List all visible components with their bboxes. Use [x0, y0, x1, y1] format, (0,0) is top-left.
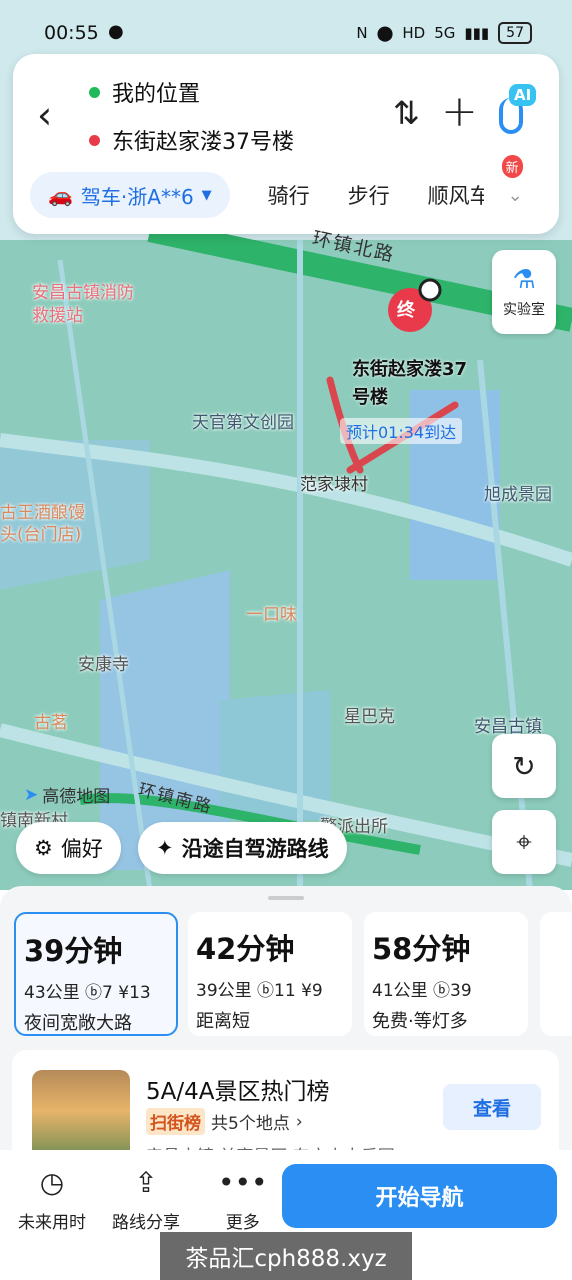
view-button[interactable]: 查看: [443, 1084, 541, 1130]
signal-icon: ▮▮▮: [464, 24, 490, 42]
poi-guming[interactable]: 古茗: [34, 708, 68, 733]
network-icon: 5G: [434, 24, 456, 42]
poi-starbucks[interactable]: 星巴克: [344, 702, 395, 727]
amap-brand: 高德地图: [42, 787, 111, 807]
more-label: 更多: [225, 1213, 260, 1233]
amap-logo: ➤ 高德地图: [24, 782, 111, 808]
route-note: 距离短: [196, 1011, 250, 1032]
nfc-icon: N: [356, 24, 368, 42]
map-view[interactable]: 00:55 ● N ⬤ HD 5G ▮▮▮ 57 ‹ 我的位置 东街赵家溇37号…: [0, 0, 572, 890]
future-time-label: 未来用时: [18, 1213, 86, 1233]
sparkle-icon: ✦: [156, 836, 174, 860]
route-time: 58分钟: [372, 932, 471, 966]
status-time: 00:55: [44, 22, 99, 44]
rank-tag-row: 扫街榜 共5个地点 ›: [146, 1108, 303, 1135]
lab-button[interactable]: ⚗ 实验室: [492, 250, 556, 334]
route-share-label: 路线分享: [112, 1213, 180, 1233]
locate-icon: ⌖: [516, 825, 532, 858]
route-option-1[interactable]: 39分钟 43公里 ⓑ7 ¥13 夜间宽敞大路: [14, 912, 178, 1036]
location-icon: ⬤: [376, 24, 394, 42]
ai-voice-button[interactable]: AI: [495, 84, 541, 136]
destination-row[interactable]: 东街赵家溇37号楼: [89, 124, 294, 156]
chevron-down-icon: ▼: [201, 187, 212, 203]
back-icon[interactable]: ‹: [37, 96, 52, 134]
poi-xucheng[interactable]: 旭成景园: [484, 480, 552, 505]
rank-tag: 扫街榜: [146, 1108, 205, 1135]
start-navigation-button[interactable]: 开始导航: [282, 1164, 557, 1228]
route-search-card: ‹ 我的位置 东街赵家溇37号楼 ⇅ + AI 🚗 驾车·浙A**6 ▼ 骑行 …: [13, 54, 559, 234]
route-option-3[interactable]: 58分钟 41公里 ⓑ39 免费·等灯多: [364, 912, 528, 1036]
chevron-right-icon: ›: [295, 1111, 303, 1132]
battery-icon: 57: [498, 22, 532, 44]
end-marker[interactable]: 终: [397, 296, 415, 322]
refresh-icon: ↻: [512, 749, 536, 783]
route-time: 42分钟: [196, 932, 295, 966]
mode-carpool[interactable]: 顺风车: [428, 180, 484, 210]
route-stats: 39公里 ⓑ11 ¥9: [196, 981, 323, 1001]
mode-walk[interactable]: 步行: [348, 180, 390, 210]
more-button[interactable]: ••• 更多: [218, 1164, 268, 1234]
poi-mantou[interactable]: 古王酒酿馒头(台门店): [0, 502, 96, 546]
destination-map-label: 东街赵家溇37号楼: [352, 359, 468, 408]
eta-label: 预计01:34到达: [340, 418, 463, 444]
mode-drive[interactable]: 🚗 驾车·浙A**6 ▼: [30, 172, 230, 218]
lab-label: 实验室: [503, 302, 545, 318]
poi-ankang-temple[interactable]: 安康寺: [78, 650, 129, 675]
clock-icon: ◷: [39, 1165, 65, 1199]
status-icons: N ⬤ HD 5G ▮▮▮ 57: [356, 22, 532, 44]
preference-label: 偏好: [60, 837, 103, 861]
rank-count: 共5个地点: [211, 1114, 290, 1134]
origin-row[interactable]: 我的位置: [89, 76, 200, 108]
mode-drive-label: 驾车·浙A**6: [80, 184, 194, 209]
destination-label: 东街赵家溇37号楼: [112, 130, 294, 155]
hd-icon: HD: [402, 24, 426, 42]
route-stats: 43公里 ⓑ7 ¥13: [24, 983, 151, 1003]
preference-chip[interactable]: ⚙ 偏好: [16, 822, 121, 874]
ai-badge: AI: [509, 84, 537, 106]
route-option-more[interactable]: [540, 912, 572, 1036]
refresh-button[interactable]: ↻: [492, 734, 556, 798]
poi-fanjiadai[interactable]: 范家埭村: [300, 470, 368, 495]
route-stats: 41公里 ⓑ39: [372, 981, 472, 1001]
flask-icon: ⚗: [512, 265, 536, 295]
add-waypoint-icon[interactable]: +: [441, 86, 478, 137]
drag-handle[interactable]: [268, 896, 304, 900]
route-time: 39分钟: [24, 934, 123, 968]
origin-label: 我的位置: [112, 82, 201, 107]
locate-button[interactable]: ⌖: [492, 810, 556, 874]
poi-tianguandi[interactable]: 天官第文创园: [192, 408, 294, 433]
new-badge: 新: [501, 154, 523, 178]
car-icon: 🚗: [48, 183, 73, 207]
swap-icon[interactable]: ⇅: [393, 94, 420, 132]
origin-dot-icon: [89, 86, 100, 98]
future-time-button[interactable]: ◷ 未来用时: [18, 1164, 86, 1234]
status-bar: 00:55 ● N ⬤ HD 5G ▮▮▮ 57: [0, 0, 572, 62]
transport-modes: 🚗 驾车·浙A**6 ▼ 骑行 步行 顺风车 新 ⌄: [30, 154, 559, 218]
route-note: 免费·等灯多: [372, 1011, 468, 1032]
scenic-thumbnail: [32, 1070, 130, 1160]
poi-fire-station[interactable]: 安昌古镇消防救援站: [32, 282, 142, 328]
amap-arrow-icon: ➤: [24, 784, 39, 805]
chevron-down-icon: ⌄: [507, 184, 523, 206]
rank-title: 5A/4A景区热门榜: [146, 1079, 330, 1105]
route-share-button[interactable]: ⇪ 路线分享: [112, 1164, 180, 1234]
route-note: 夜间宽敞大路: [24, 1013, 132, 1034]
sliders-icon: ⚙: [34, 836, 53, 860]
mode-more-button[interactable]: 新 ⌄: [501, 154, 523, 206]
more-icon: •••: [218, 1165, 268, 1199]
wechat-icon: ●: [108, 21, 124, 42]
scenic-route-label: 沿途自驾游路线: [181, 837, 329, 861]
share-icon: ⇪: [134, 1165, 158, 1199]
poi-yikouwei[interactable]: 一口味: [246, 600, 297, 625]
scenic-route-chip[interactable]: ✦ 沿途自驾游路线: [138, 822, 347, 874]
mode-ride[interactable]: 骑行: [268, 180, 310, 210]
route-option-2[interactable]: 42分钟 39公里 ⓑ11 ¥9 距离短: [188, 912, 352, 1036]
watermark: 茶品汇cph888.xyz: [160, 1232, 412, 1280]
destination-dot-icon: [89, 134, 100, 146]
